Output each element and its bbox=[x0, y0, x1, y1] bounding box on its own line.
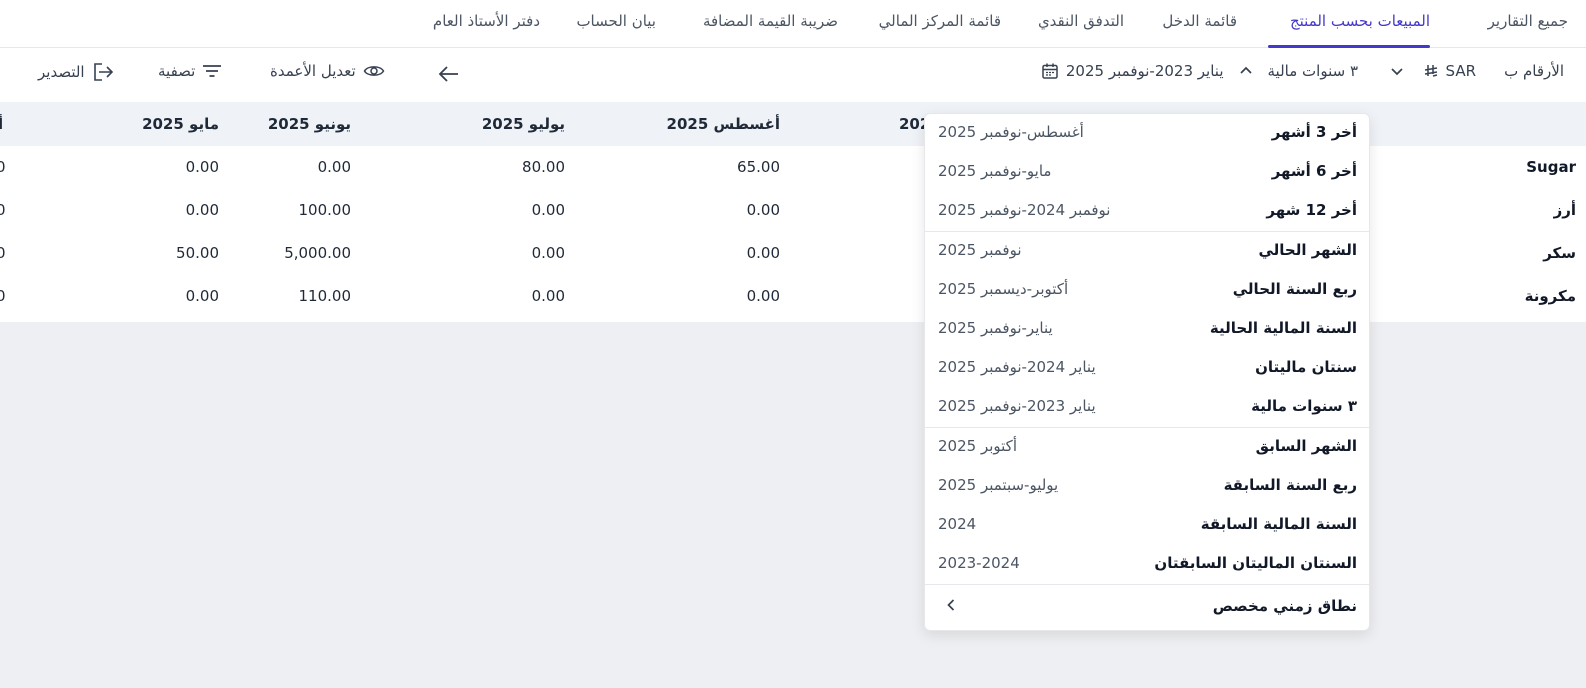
date-option-two-fiscal-years[interactable]: سنتان ماليتان يناير 2024-نوفمبر 2025 bbox=[925, 349, 1369, 388]
filter-label: تصفية bbox=[158, 62, 196, 80]
currency-code: SAR bbox=[1445, 62, 1476, 80]
row-product-name: أرز bbox=[1553, 201, 1576, 219]
filter-button[interactable]: تصفية bbox=[158, 62, 222, 80]
eye-icon bbox=[363, 63, 385, 79]
report-tabs-bar: جميع التقارير المبيعات بحسب المنتج قائمة… bbox=[0, 0, 1586, 48]
date-option-label: أخر 12 شهر bbox=[1266, 201, 1357, 219]
row-product-name: Sugar bbox=[1526, 158, 1576, 176]
filter-icon bbox=[202, 63, 222, 79]
table-cell: 65.00 bbox=[737, 158, 780, 176]
table-cell: 0.00 bbox=[531, 201, 565, 219]
row-product-name: مكرونة bbox=[1524, 287, 1576, 305]
tab-general-ledger[interactable]: دفتر الأستاذ العام bbox=[433, 12, 540, 30]
table-cell: 5,000.00 bbox=[284, 244, 351, 262]
date-option-current-fiscal-year[interactable]: السنة المالية الحالية يناير-نوفمبر 2025 bbox=[925, 310, 1369, 349]
column-header-clipped: أ bbox=[0, 115, 4, 133]
table-cell: 0.00 bbox=[746, 201, 780, 219]
date-option-label: سنتان ماليتان bbox=[1255, 358, 1357, 376]
table-cell-clipped: 0 bbox=[0, 201, 6, 219]
chevron-down-icon bbox=[1390, 64, 1404, 78]
report-toolbar: الأرقام ب SAR يناير 2023-نوفمبر 2025 ٣ س… bbox=[0, 48, 1586, 102]
table-cell-clipped: 0 bbox=[0, 244, 6, 262]
custom-range-label: نطاق زمني مخصص bbox=[1212, 597, 1357, 615]
date-option-label: الشهر الحالي bbox=[1258, 241, 1357, 259]
date-option-label: السنتان الماليتان السابقتان bbox=[1154, 554, 1357, 572]
chevron-up-icon bbox=[1239, 64, 1253, 78]
tab-account-statement[interactable]: بيان الحساب bbox=[576, 12, 656, 30]
date-option-range: نوفمبر 2025 bbox=[938, 241, 1022, 259]
date-option-range: أكتوبر-ديسمبر 2025 bbox=[938, 280, 1069, 298]
tab-balance-sheet[interactable]: قائمة المركز المالي bbox=[879, 12, 1001, 30]
numbers-in-label: الأرقام ب bbox=[1504, 62, 1564, 80]
column-header: يوليو 2025 bbox=[481, 115, 565, 133]
date-range-dropdown: أخر 3 أشهر أغسطس-نوفمبر 2025 أخر 6 أشهر … bbox=[924, 113, 1370, 631]
date-option-label: ٣ سنوات مالية bbox=[1251, 397, 1357, 415]
date-option-range: نوفمبر 2024-نوفمبر 2025 bbox=[938, 201, 1111, 219]
table-cell: 0.00 bbox=[746, 244, 780, 262]
export-icon bbox=[92, 62, 114, 82]
table-cell: 80.00 bbox=[522, 158, 565, 176]
date-option-range: 2024 bbox=[938, 515, 977, 533]
column-header: مايو 2025 bbox=[142, 115, 219, 133]
row-product-name: سكر bbox=[1543, 244, 1576, 262]
export-label: التصدير bbox=[38, 63, 85, 81]
date-option-range: أكتوبر 2025 bbox=[938, 437, 1017, 455]
table-cell: 110.00 bbox=[298, 287, 352, 305]
table-cell: 0.00 bbox=[531, 287, 565, 305]
date-option-range: 2023-2024 bbox=[938, 554, 1020, 572]
table-cell: 0.00 bbox=[746, 287, 780, 305]
edit-columns-label: تعديل الأعمدة bbox=[270, 62, 356, 80]
date-option-range: مايو-نوفمبر 2025 bbox=[938, 162, 1052, 180]
column-header: أغسطس 2025 bbox=[666, 115, 780, 133]
table-cell: 0.00 bbox=[185, 158, 219, 176]
date-option-range: يناير 2023-نوفمبر 2025 bbox=[938, 397, 1096, 415]
chevron-left-icon bbox=[945, 597, 957, 616]
date-option-last-12-months[interactable]: أخر 12 شهر نوفمبر 2024-نوفمبر 2025 bbox=[925, 192, 1369, 231]
tab-vat[interactable]: ضريبة القيمة المضافة bbox=[703, 12, 838, 30]
table-cell: 0.00 bbox=[185, 201, 219, 219]
tab-income-statement[interactable]: قائمة الدخل bbox=[1162, 12, 1237, 30]
date-option-previous-quarter[interactable]: ربع السنة السابقة يوليو-سبتمبر 2025 bbox=[925, 467, 1369, 506]
date-option-range: يناير-نوفمبر 2025 bbox=[938, 319, 1053, 337]
tab-all-reports[interactable]: جميع التقارير bbox=[1488, 12, 1568, 30]
currency-selector[interactable]: SAR bbox=[1390, 62, 1476, 80]
date-option-label: السنة المالية السابقة bbox=[1200, 515, 1357, 533]
date-option-label: ربع السنة السابقة bbox=[1223, 476, 1357, 494]
table-cell: 50.00 bbox=[176, 244, 219, 262]
date-option-last-6-months[interactable]: أخر 6 أشهر مايو-نوفمبر 2025 bbox=[925, 153, 1369, 192]
table-cell: 0.00 bbox=[185, 287, 219, 305]
date-option-label: الشهر السابق bbox=[1255, 437, 1357, 455]
table-cell-clipped: 0 bbox=[0, 158, 6, 176]
period-label: ٣ سنوات مالية bbox=[1267, 62, 1358, 80]
export-button[interactable]: التصدير bbox=[38, 62, 114, 82]
date-option-label: أخر 3 أشهر bbox=[1271, 123, 1357, 141]
table-cell: 0.00 bbox=[531, 244, 565, 262]
date-option-range: يوليو-سبتمبر 2025 bbox=[938, 476, 1059, 494]
date-option-last-3-months[interactable]: أخر 3 أشهر أغسطس-نوفمبر 2025 bbox=[925, 114, 1369, 153]
custom-date-range-option[interactable]: نطاق زمني مخصص bbox=[925, 585, 1369, 630]
date-option-label: السنة المالية الحالية bbox=[1209, 319, 1357, 337]
table-cell-clipped: 0 bbox=[0, 287, 6, 305]
date-option-range: أغسطس-نوفمبر 2025 bbox=[938, 123, 1084, 141]
date-range-value: يناير 2023-نوفمبر 2025 bbox=[1065, 62, 1224, 80]
riyal-icon bbox=[1423, 63, 1439, 79]
tab-sales-by-product[interactable]: المبيعات بحسب المنتج bbox=[1290, 12, 1430, 30]
date-option-label: أخر 6 أشهر bbox=[1271, 162, 1357, 180]
date-option-range: يناير 2024-نوفمبر 2025 bbox=[938, 358, 1096, 376]
table-cell: 100.00 bbox=[298, 201, 352, 219]
table-cell: 0.00 bbox=[317, 158, 351, 176]
date-option-previous-month[interactable]: الشهر السابق أكتوبر 2025 bbox=[925, 428, 1369, 467]
date-option-three-fiscal-years[interactable]: ٣ سنوات مالية يناير 2023-نوفمبر 2025 bbox=[925, 388, 1369, 427]
calendar-icon bbox=[1041, 62, 1059, 80]
date-option-label: ربع السنة الحالي bbox=[1232, 280, 1357, 298]
date-option-current-quarter[interactable]: ربع السنة الحالي أكتوبر-ديسمبر 2025 bbox=[925, 271, 1369, 310]
column-header: يونيو 2025 bbox=[267, 115, 351, 133]
date-option-current-month[interactable]: الشهر الحالي نوفمبر 2025 bbox=[925, 232, 1369, 271]
tab-cash-flow[interactable]: التدفق النقدي bbox=[1038, 12, 1124, 30]
period-selector[interactable]: يناير 2023-نوفمبر 2025 ٣ سنوات مالية bbox=[1038, 62, 1358, 80]
arrow-left-icon[interactable] bbox=[438, 64, 460, 84]
edit-columns-button[interactable]: تعديل الأعمدة bbox=[270, 62, 385, 80]
date-option-previous-two-fiscal-years[interactable]: السنتان الماليتان السابقتان 2023-2024 bbox=[925, 545, 1369, 584]
date-option-previous-fiscal-year[interactable]: السنة المالية السابقة 2024 bbox=[925, 506, 1369, 545]
